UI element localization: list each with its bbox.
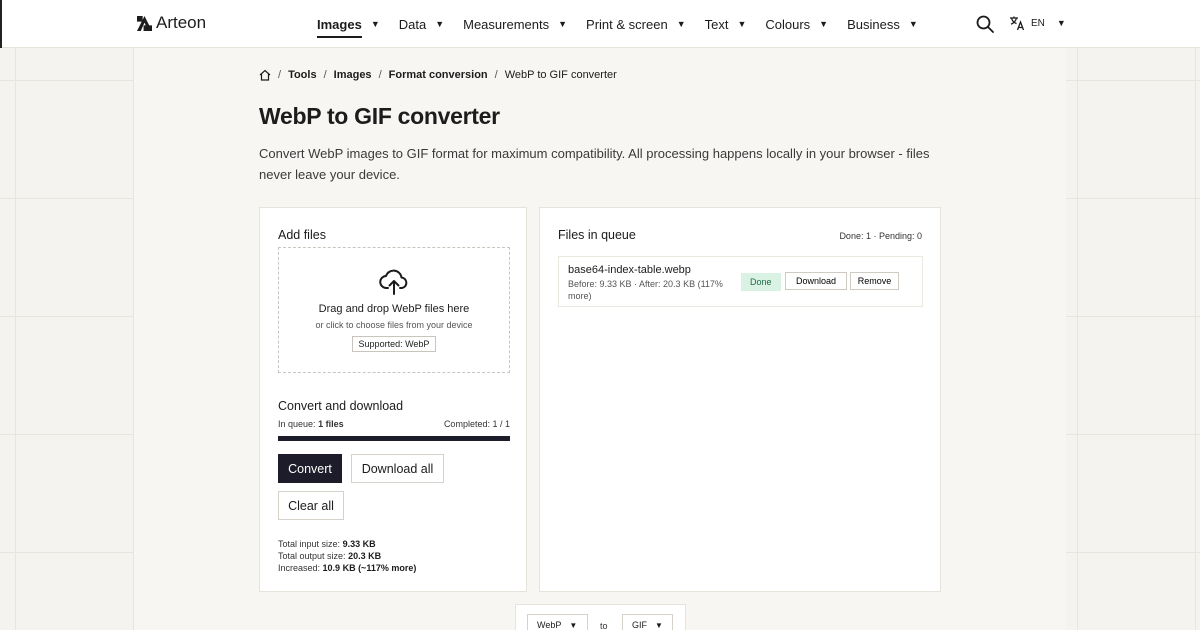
in-queue-label: In queue: — [278, 419, 316, 429]
breadcrumb-separator: / — [278, 69, 282, 81]
breadcrumb-link-format-conversion[interactable]: Format conversion — [389, 69, 488, 81]
supported-formats-badge: Supported: WebP — [351, 336, 437, 352]
file-dropzone[interactable]: Drag and drop WebP files here or click t… — [278, 247, 510, 373]
list-item: base64-index-table.webp Before: 9.33 KB … — [558, 256, 923, 307]
clear-all-button[interactable]: Clear all — [278, 491, 344, 520]
nav-item-colours[interactable]: Colours ▼ — [765, 17, 828, 32]
nav-item-label: Print & screen — [586, 16, 668, 32]
nav-item-label: Images — [317, 16, 362, 38]
download-button[interactable]: Download — [785, 272, 847, 290]
breadcrumb-separator: / — [378, 69, 382, 81]
nav-item-data[interactable]: Data ▼ — [399, 17, 444, 32]
chevron-down-icon: ▼ — [558, 19, 568, 29]
size-increase: Increased: 10.9 KB (~117% more) — [278, 562, 416, 574]
breadcrumb-separator: / — [494, 69, 498, 81]
progress-fill — [278, 436, 510, 441]
nav-item-measurements[interactable]: Measurements ▼ — [463, 17, 567, 32]
status-badge: Done — [741, 273, 781, 291]
files-queue-panel: Files in queue Done: 1 · Pending: 0 base… — [539, 207, 941, 592]
queue-title: Files in queue — [558, 228, 636, 242]
total-output-label: Total output size: — [278, 551, 346, 561]
chevron-down-icon: ▼ — [737, 19, 747, 29]
target-format-value: GIF — [632, 620, 647, 630]
queue-stats: In queue: 1 files Completed: 1 / 1 — [278, 419, 510, 429]
breadcrumb-current: WebP to GIF converter — [504, 69, 617, 81]
target-format-select[interactable]: GIF ▼ — [622, 614, 673, 630]
total-input-size: Total input size: 9.33 KB — [278, 538, 416, 550]
nav-item-text[interactable]: Text ▼ — [705, 17, 747, 32]
source-format-value: WebP — [537, 620, 562, 630]
file-name: base64-index-table.webp — [568, 264, 691, 276]
breadcrumb-link-tools[interactable]: Tools — [288, 69, 317, 81]
source-format-select[interactable]: WebP ▼ — [527, 614, 588, 630]
format-switcher: WebP ▼ to GIF ▼ — [515, 604, 686, 630]
brand-name: Arteon — [156, 13, 207, 32]
total-input-value: 9.33 KB — [342, 539, 376, 549]
total-input-label: Total input size: — [278, 539, 341, 549]
chevron-down-icon: ▼ — [908, 19, 918, 29]
chevron-down-icon: ▼ — [569, 620, 578, 630]
nav-item-label: Measurements — [463, 16, 550, 32]
page-title: WebP to GIF converter — [259, 103, 500, 129]
dropzone-subtitle: or click to choose files from your devic… — [315, 320, 473, 330]
nav-item-label: Text — [704, 16, 729, 32]
nav-item-images[interactable]: Images ▼ — [317, 16, 380, 38]
add-files-panel: Add files Drag and drop WebP files here … — [259, 207, 527, 592]
completed-label: Completed: — [443, 419, 490, 429]
breadcrumb-separator: / — [323, 69, 327, 81]
chevron-down-icon: ▼ — [655, 620, 663, 630]
convert-button[interactable]: Convert — [278, 454, 342, 483]
total-output-value: 20.3 KB — [348, 551, 382, 561]
chevron-down-icon: ▼ — [676, 19, 686, 29]
in-queue-stat: In queue: 1 files — [278, 419, 344, 429]
breadcrumb: / Tools / Images / Format conversion / W… — [259, 69, 617, 81]
convert-section-title: Convert and download — [278, 399, 404, 413]
size-totals: Total input size: 9.33 KB Total output s… — [278, 538, 416, 574]
download-all-button[interactable]: Download all — [351, 454, 444, 483]
increased-label: Increased: — [278, 563, 321, 573]
main-nav: Images ▼ Data ▼ Measurements ▼ Print & s… — [317, 0, 937, 48]
increased-value: 10.9 KB (~117% more) — [322, 563, 417, 573]
chevron-down-icon: ▼ — [1056, 18, 1066, 28]
remove-button[interactable]: Remove — [850, 272, 899, 290]
window-edge — [0, 0, 2, 48]
conversion-progress-bar — [278, 436, 510, 441]
home-icon[interactable] — [259, 69, 271, 81]
nav-item-label: Business — [847, 16, 900, 32]
cloud-upload-icon — [379, 269, 408, 295]
brand-logo[interactable]: Arteon — [137, 13, 206, 33]
nav-item-label: Colours — [765, 16, 811, 32]
top-navigation-bar: Arteon Images ▼ Data ▼ Measurements ▼ Pr… — [0, 0, 1200, 48]
chevron-down-icon: ▼ — [435, 19, 445, 29]
nav-item-label: Data — [398, 16, 427, 32]
completed-stat: Completed: 1 / 1 — [444, 419, 510, 429]
translate-icon — [1010, 16, 1025, 31]
language-selector[interactable]: EN ▼ — [1009, 15, 1066, 31]
nav-item-business[interactable]: Business ▼ — [847, 17, 918, 32]
page-description: Convert WebP images to GIF format for ma… — [259, 146, 930, 182]
queue-counts: Done: 1 · Pending: 0 — [839, 231, 922, 241]
dropzone-title: Drag and drop WebP files here — [318, 303, 470, 315]
brand-logo-icon — [137, 15, 152, 31]
to-label: to — [600, 621, 608, 630]
search-icon[interactable] — [976, 15, 994, 33]
breadcrumb-link-images[interactable]: Images — [334, 69, 372, 81]
chevron-down-icon: ▼ — [370, 19, 380, 29]
nav-item-print-screen[interactable]: Print & screen ▼ — [586, 17, 686, 32]
add-files-title: Add files — [278, 228, 326, 242]
language-code: EN — [1031, 17, 1045, 29]
total-output-size: Total output size: 20.3 KB — [278, 550, 416, 562]
chevron-down-icon: ▼ — [819, 19, 829, 29]
file-size-meta: Before: 9.33 KB · After: 20.3 KB (117% m… — [568, 279, 723, 301]
completed-value: 1 / 1 — [492, 419, 510, 429]
in-queue-value: 1 files — [318, 419, 344, 429]
